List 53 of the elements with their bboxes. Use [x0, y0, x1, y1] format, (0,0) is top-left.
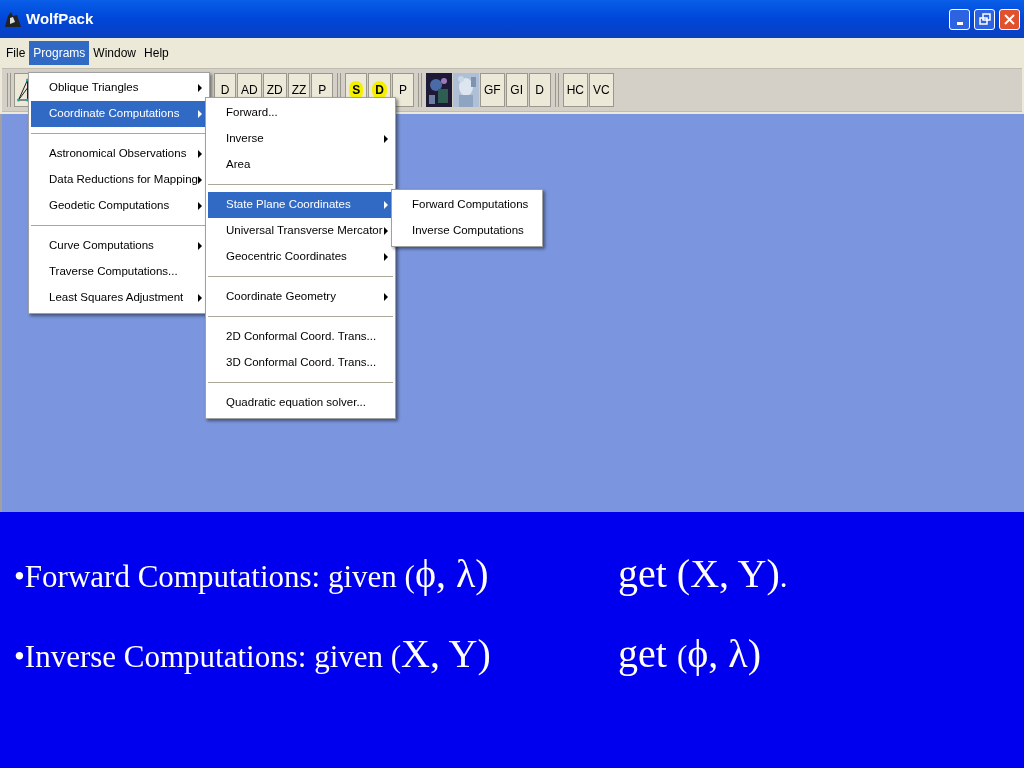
submenu-arrow-icon	[384, 135, 388, 143]
menu-item[interactable]: 3D Conformal Coord. Trans...	[208, 350, 393, 376]
restore-icon	[978, 13, 991, 25]
triangle-icon	[17, 78, 29, 102]
toolbar-button[interactable]: HC	[562, 73, 589, 107]
submenu-arrow-icon	[198, 110, 202, 118]
submenu-arrow-icon	[198, 294, 202, 302]
submenu-arrow-icon	[384, 227, 388, 235]
toolbar-button[interactable]: D	[528, 73, 551, 107]
submenu-arrow-icon	[198, 150, 202, 158]
restore-button[interactable]	[974, 8, 995, 30]
menu-item[interactable]: Inverse Computations	[394, 218, 540, 244]
submenu-arrow-icon	[198, 202, 202, 210]
menu-item[interactable]: Forward Computations	[394, 192, 540, 218]
menu-bar-item[interactable]: File	[2, 41, 30, 65]
menu-item[interactable]: Curve Computations	[31, 233, 207, 259]
minimize-button[interactable]	[949, 8, 970, 30]
bullet-text: •Inverse Computations: given (X, Y)	[14, 634, 492, 674]
wolf-icon	[4, 10, 22, 28]
menu-item[interactable]: Geodetic Computations	[31, 193, 207, 219]
submenu-arrow-icon	[384, 201, 388, 209]
submenu-arrow-icon	[198, 84, 202, 92]
menu-item[interactable]: Coordinate Computations	[31, 101, 207, 127]
submenu-arrow-icon	[384, 253, 388, 261]
menu-item[interactable]: Least Squares Adjustment	[31, 285, 207, 311]
menu-item[interactable]: Universal Transverse Mercator	[208, 218, 393, 244]
result-text: get (X, Y).	[618, 554, 788, 594]
close-button[interactable]	[999, 8, 1020, 30]
menu-bar-item[interactable]: Help	[140, 41, 173, 65]
toolbar-button[interactable]: GI	[505, 73, 528, 107]
menu-item[interactable]: Quadratic equation solver...	[208, 390, 393, 416]
toolbar-button[interactable]: GF	[480, 73, 505, 107]
window-title: WolfPack	[26, 8, 94, 29]
submenu-arrow-icon	[198, 242, 202, 250]
submenu-arrow-icon	[384, 293, 388, 301]
toolbar-button[interactable]: VC	[589, 73, 614, 107]
menu-item[interactable]: Inverse	[208, 126, 393, 152]
menu-bar-item[interactable]: Programs	[29, 41, 90, 65]
menu-item[interactable]: Area	[208, 152, 393, 178]
menu-bar-item[interactable]: Window	[89, 41, 141, 65]
close-icon	[1004, 13, 1015, 25]
menu-item[interactable]: 2D Conformal Coord. Trans...	[208, 324, 393, 350]
menu-item[interactable]: Coordinate Geometry	[208, 284, 393, 310]
menu-item[interactable]: Traverse Computations...	[31, 259, 207, 285]
menu-item[interactable]: Oblique Triangles	[31, 75, 207, 101]
menu-item[interactable]: Astronomical Observations	[31, 141, 207, 167]
submenu-arrow-icon	[198, 176, 202, 184]
toolbar-button[interactable]: P	[392, 73, 415, 107]
menu-item[interactable]: Data Reductions for Mapping	[31, 167, 207, 193]
menu-item[interactable]: State Plane Coordinates	[208, 192, 393, 218]
result-text: get (ϕ, λ)	[618, 634, 761, 674]
bullet-text: •Forward Computations: given (ϕ, λ)	[14, 554, 490, 594]
menu-item[interactable]: Geocentric Coordinates	[208, 244, 393, 270]
